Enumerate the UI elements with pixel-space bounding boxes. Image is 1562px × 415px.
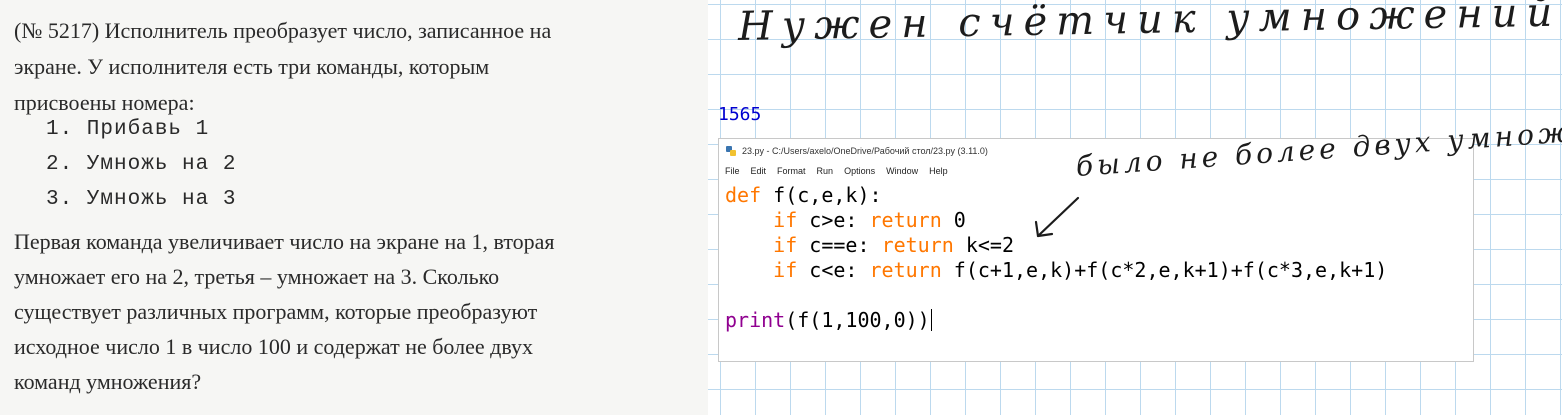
menu-options[interactable]: Options: [844, 166, 875, 176]
command-2: 2. Умножь на 2: [46, 153, 237, 176]
question-line-5: команд умножения?: [14, 369, 202, 394]
code-text: c<e:: [797, 258, 870, 282]
problem-text-panel: (№ 5217) Исполнитель преобразует число, …: [0, 0, 708, 415]
text-cursor: [930, 309, 932, 331]
handwritten-scribble: ... ... ... ...: [920, 85, 1036, 96]
keyword-return: return: [869, 258, 942, 282]
menu-edit[interactable]: Edit: [751, 166, 767, 176]
code-editor[interactable]: def f(c,e,k): if c>e: return 0 if c==e: …: [719, 179, 1473, 361]
keyword-if: if: [773, 208, 798, 232]
code-text: 0: [941, 208, 966, 232]
notebook-grid-panel: Нужен счётчик умножений! ... ... ... ...…: [708, 0, 1562, 415]
menu-help[interactable]: Help: [929, 166, 948, 176]
code-line-6: print(f(1,100,0)): [725, 308, 932, 332]
problem-line-1: (№ 5217) Исполнитель преобразует число, …: [14, 18, 552, 43]
code-text: k<=2: [953, 233, 1015, 257]
code-line-3: if c==e: return k<=2: [725, 233, 1014, 257]
code-line-4: if c<e: return f(c+1,e,k)+f(c*2,e,k+1)+f…: [725, 258, 1387, 282]
question-line-2: умножает его на 2, третья – умножает на …: [14, 264, 500, 289]
handwritten-title: Нужен счётчик умножений!: [737, 0, 1562, 50]
code-text: c==e:: [797, 233, 882, 257]
keyword-return: return: [869, 208, 942, 232]
shell-output: 1565: [718, 104, 762, 125]
builtin-print: print: [725, 308, 786, 332]
code-line-2: if c>e: return 0: [725, 208, 966, 232]
code-text: c>e:: [797, 208, 870, 232]
menu-file[interactable]: File: [725, 166, 740, 176]
menu-window[interactable]: Window: [886, 166, 918, 176]
code-text: f(c+1,e,k)+f(c*2,e,k+1)+f(c*3,e,k+1): [941, 258, 1388, 282]
command-3: 3. Умножь на 3: [46, 188, 237, 211]
annotation-arrow-icon: [1034, 196, 1080, 238]
keyword-if: if: [773, 258, 798, 282]
code-line-1: def f(c,e,k):: [725, 183, 882, 207]
question-line-1: Первая команда увеличивает число на экра…: [14, 229, 555, 254]
command-1: 1. Прибавь 1: [46, 118, 210, 141]
window-title: 23.py - C:/Users/axelo/OneDrive/Рабочий …: [742, 146, 988, 156]
problem-line-3: присвоены номера:: [14, 90, 195, 115]
question-line-4: исходное число 1 в число 100 и содержат …: [14, 334, 533, 359]
code-text: (f(1,100,0)): [785, 308, 930, 332]
python-file-icon: [726, 146, 736, 156]
keyword-def: def: [725, 183, 762, 207]
problem-line-2: экране. У исполнителя есть три команды, …: [14, 54, 490, 79]
menu-run[interactable]: Run: [817, 166, 834, 176]
menu-format[interactable]: Format: [777, 166, 806, 176]
question-line-3: существует различных программ, которые п…: [14, 299, 538, 324]
keyword-return: return: [881, 233, 954, 257]
code-text: f(c,e,k):: [761, 183, 882, 207]
keyword-if: if: [773, 233, 798, 257]
